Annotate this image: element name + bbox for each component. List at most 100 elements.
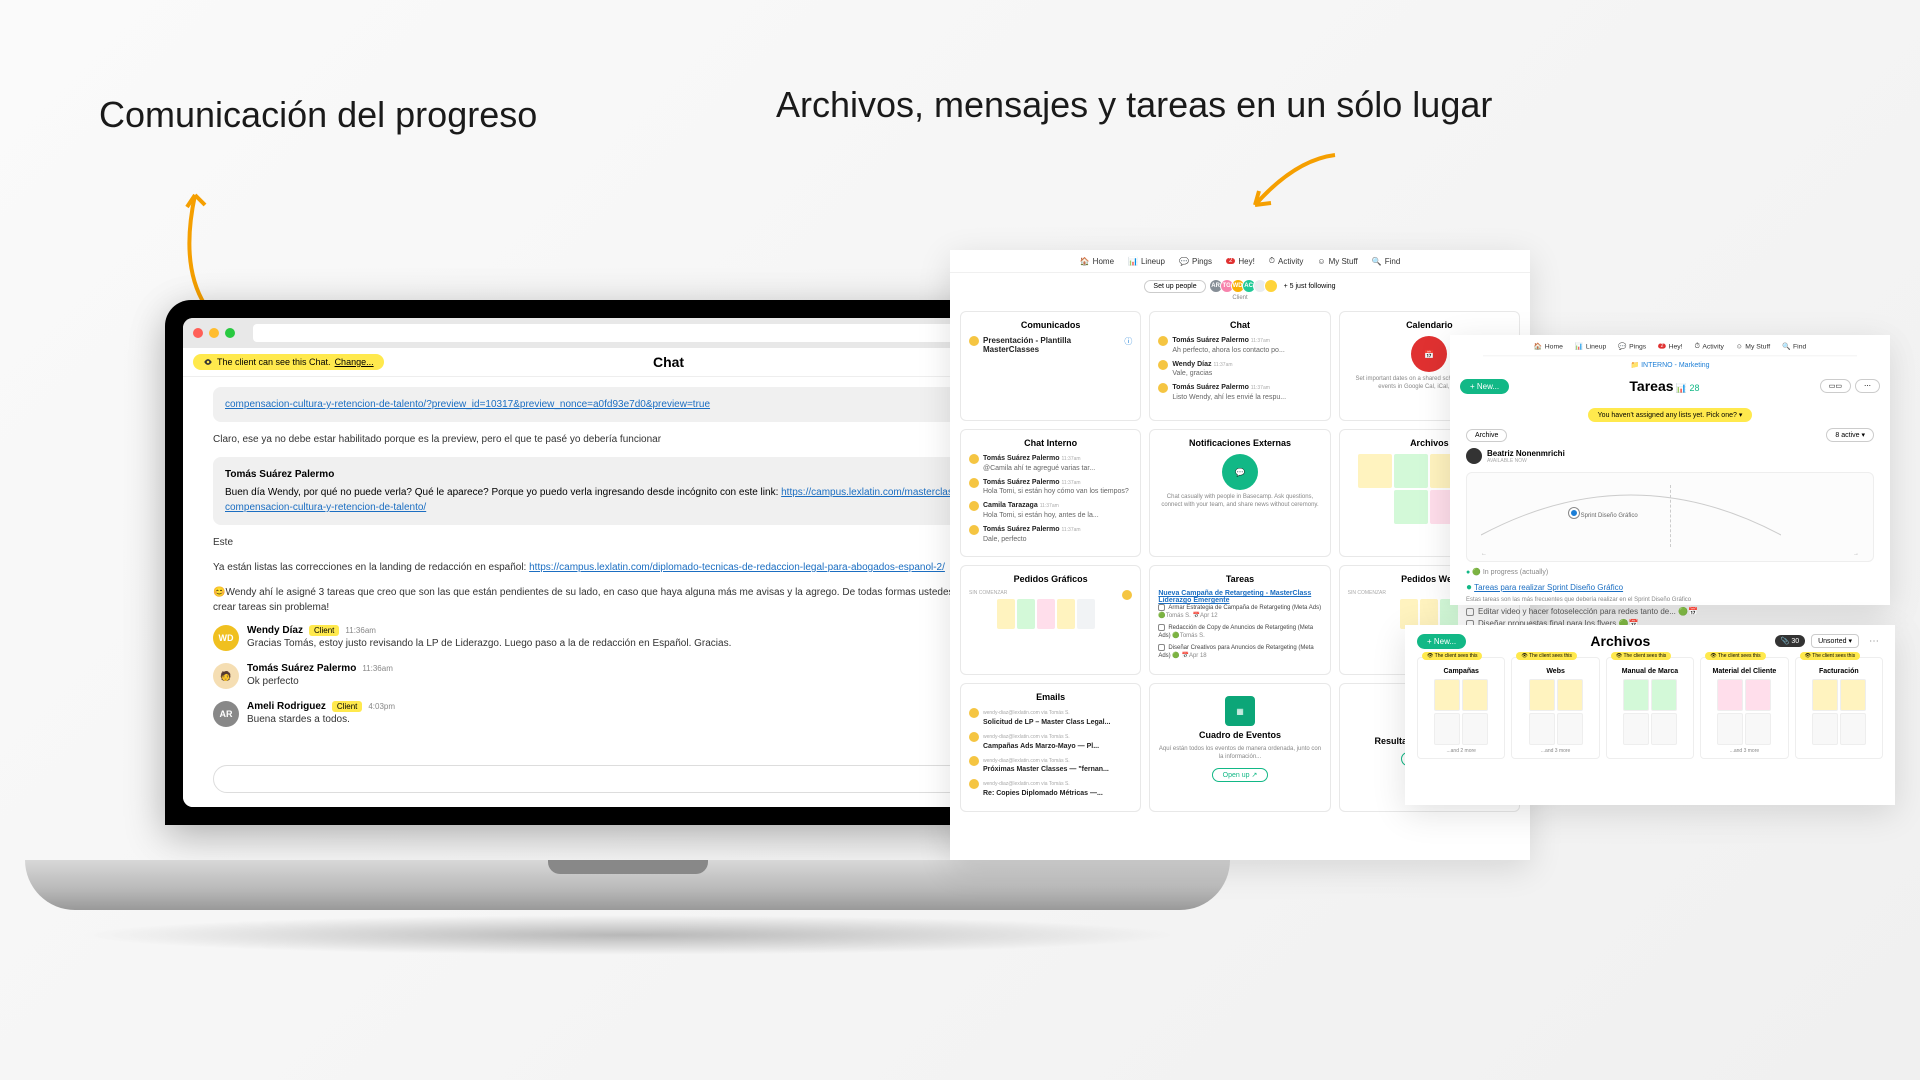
avatar[interactable]: [1264, 279, 1278, 293]
list-item[interactable]: wendy-diaz@lexlatin.com via Tomás S.Próx…: [969, 756, 1132, 776]
list-item[interactable]: Tomás Suárez Palermo 11:37amListo Wendy,…: [1158, 383, 1321, 403]
folder[interactable]: 👁 The client sees thisMaterial del Clien…: [1700, 657, 1788, 759]
view-toggle[interactable]: ▭▭: [1820, 379, 1851, 393]
avatar[interactable]: AR: [213, 701, 239, 727]
list-item[interactable]: Tomás Suárez Palermo 11:37amDale, perfec…: [969, 525, 1132, 545]
folder[interactable]: 👁 The client sees thisManual de Marca: [1606, 657, 1694, 759]
chat-message: Ya están listas las correcciones en la l…: [213, 560, 1037, 575]
close-icon[interactable]: [193, 328, 203, 338]
dots-button[interactable]: ⋯: [1855, 379, 1880, 393]
nav-find[interactable]: 🔍 Find: [1782, 342, 1806, 351]
nav-lineup[interactable]: 📊 Lineup: [1575, 342, 1606, 351]
nav-mystuff[interactable]: ☺ My Stuff: [1736, 342, 1770, 351]
avatar-stack[interactable]: ARTGWDAC: [1212, 279, 1278, 293]
card-title: Chat Interno: [969, 438, 1132, 448]
card-chat[interactable]: Chat Tomás Suárez Palermo 11:37amAh perf…: [1149, 311, 1330, 421]
list-item[interactable]: wendy-diaz@lexlatin.com via Tomás S.Soli…: [969, 708, 1132, 728]
avatar: [969, 708, 979, 718]
list-item[interactable]: Tomás Suárez Palermo 11:37am@Camila ahí …: [969, 454, 1132, 474]
archive-button[interactable]: Archive: [1466, 429, 1507, 442]
hill-chart[interactable]: Sprint Diseño Gráfico ←→: [1466, 472, 1874, 562]
nav-pings[interactable]: 💬 Pings: [1618, 342, 1646, 351]
checkbox-icon[interactable]: [1466, 608, 1474, 616]
card-tareas[interactable]: Tareas Nueva Campaña de Retargeting - Ma…: [1149, 565, 1330, 675]
card-notificaciones[interactable]: Notificaciones Externas 💬 Chat casually …: [1149, 429, 1330, 557]
card-title: Emails: [969, 692, 1132, 702]
folder-title: Facturación: [1800, 668, 1878, 675]
avatar: [1158, 336, 1168, 346]
folder[interactable]: 👁 The client sees thisWebs...and 3 more: [1511, 657, 1599, 759]
chat-row: WD Wendy DíazClient11:36am Gracias Tomás…: [213, 625, 1037, 651]
nav-home[interactable]: 🏠 Home: [1080, 256, 1114, 266]
avatar: [969, 501, 979, 511]
list-item[interactable]: wendy-diaz@lexlatin.com via Tomás S.Re: …: [969, 779, 1132, 799]
dropdown[interactable]: 8 active ▾: [1826, 428, 1874, 442]
setup-people-button[interactable]: Set up people: [1144, 280, 1205, 293]
folder[interactable]: 👁 The client sees thisFacturación: [1795, 657, 1883, 759]
avatar[interactable]: [1466, 448, 1482, 464]
person-name: Beatriz Nonenmrichi: [1487, 449, 1565, 458]
card-pedidos-graficos[interactable]: Pedidos Gráficos SIN COMENZAR: [960, 565, 1141, 675]
chat-app: The client can see this Chat. Change... …: [183, 348, 1067, 807]
message-composer[interactable]: A ☺: [213, 765, 1037, 793]
card-title: Pedidos Gráficos: [969, 574, 1132, 584]
assign-banner[interactable]: You haven't assigned any lists yet. Pick…: [1588, 408, 1753, 422]
card-eventos[interactable]: ▦ Cuadro de Eventos Aquí están todos los…: [1149, 683, 1330, 811]
task-list-link[interactable]: Nueva Campaña de Retargeting - MasterCla…: [1158, 590, 1321, 604]
avatar[interactable]: 🧑: [213, 663, 239, 689]
list-item[interactable]: Tomás Suárez Palermo 11:37amAh perfecto,…: [1158, 336, 1321, 356]
hill-dot[interactable]: [1569, 508, 1579, 518]
nav-mystuff[interactable]: ☺ My Stuff: [1317, 256, 1357, 266]
message-text: Buen día Wendy, por qué no puede verla? …: [225, 487, 781, 498]
nav-activity[interactable]: ⏱ Activity: [1269, 256, 1304, 266]
folder[interactable]: 👁 The client sees thisCampañas...and 2 m…: [1417, 657, 1505, 759]
card-chat-interno[interactable]: Chat Interno Tomás Suárez Palermo 11:37a…: [960, 429, 1141, 557]
change-link[interactable]: Change...: [335, 357, 374, 367]
chat-icon: 💬: [1222, 454, 1258, 490]
folder-grid: 👁 The client sees thisCampañas...and 2 m…: [1417, 657, 1883, 759]
following-text[interactable]: + 5 just following: [1284, 283, 1336, 290]
spreadsheet-icon: ▦: [1225, 696, 1255, 726]
section-label: SIN COMENZAR: [1348, 590, 1386, 596]
new-button[interactable]: + New...: [1417, 634, 1466, 649]
checkbox-icon[interactable]: [1158, 604, 1165, 611]
nav-hey[interactable]: 2Hey!: [1226, 256, 1255, 266]
nav-lineup[interactable]: 📊 Lineup: [1128, 256, 1165, 266]
list-item[interactable]: Wendy Díaz 11:37amVale, gracias: [1158, 360, 1321, 380]
dots-button[interactable]: ⋯: [1865, 636, 1883, 647]
avatar[interactable]: WD: [213, 625, 239, 651]
assignee-row: Beatriz NonenmrichiAVAILABLE NOW: [1466, 448, 1874, 464]
card-title: Cuadro de Eventos: [1158, 730, 1321, 740]
minimize-icon[interactable]: [209, 328, 219, 338]
card-comunicados[interactable]: Comunicados Presentación - Plantilla Mas…: [960, 311, 1141, 421]
nav-activity[interactable]: ⏱ Activity: [1694, 342, 1723, 351]
open-button[interactable]: Open up ↗: [1212, 768, 1269, 782]
new-button[interactable]: + New...: [1460, 379, 1509, 394]
task-list-link[interactable]: Tareas para realizar Sprint Diseño Gráfi…: [1474, 583, 1623, 592]
url-bar[interactable]: [253, 324, 1045, 342]
card-emails[interactable]: Emails wendy-diaz@lexlatin.com via Tomás…: [960, 683, 1141, 811]
message-link[interactable]: https://campus.lexlatin.com/diplomado-te…: [529, 562, 945, 573]
maximize-icon[interactable]: [225, 328, 235, 338]
info-icon: ⓘ: [1124, 336, 1132, 347]
message-link[interactable]: compensacion-cultura-y-retencion-de-tale…: [225, 399, 710, 410]
card-title: Notificaciones Externas: [1158, 438, 1321, 448]
nav-home[interactable]: 🏠 Home: [1534, 342, 1563, 351]
avatar: [969, 779, 979, 789]
checkbox-icon[interactable]: [1158, 624, 1165, 631]
breadcrumb[interactable]: 📁 INTERNO - Marketing: [1450, 358, 1890, 372]
more-text: ...and 2 more: [1422, 748, 1500, 754]
nav-find[interactable]: 🔍 Find: [1372, 256, 1401, 266]
list-item[interactable]: Camila Tarazaga 11:37amHola Tomi, si est…: [969, 501, 1132, 521]
client-tag: Client: [332, 701, 362, 712]
nav-hey[interactable]: 2Hey!: [1658, 342, 1682, 351]
nav-pings[interactable]: 💬 Pings: [1179, 256, 1212, 266]
calendar-icon: 📅: [1411, 336, 1447, 372]
avatar: [969, 525, 979, 535]
message-time: 4:03pm: [368, 702, 395, 711]
sort-select[interactable]: Unsorted ▾: [1811, 634, 1859, 648]
list-item[interactable]: Tomás Suárez Palermo 11:37amHola Tomi, s…: [969, 478, 1132, 498]
list-item[interactable]: wendy-diaz@lexlatin.com via Tomás S.Camp…: [969, 732, 1132, 752]
visibility-badge[interactable]: The client can see this Chat. Change...: [193, 354, 384, 370]
checkbox-icon[interactable]: [1158, 644, 1165, 651]
